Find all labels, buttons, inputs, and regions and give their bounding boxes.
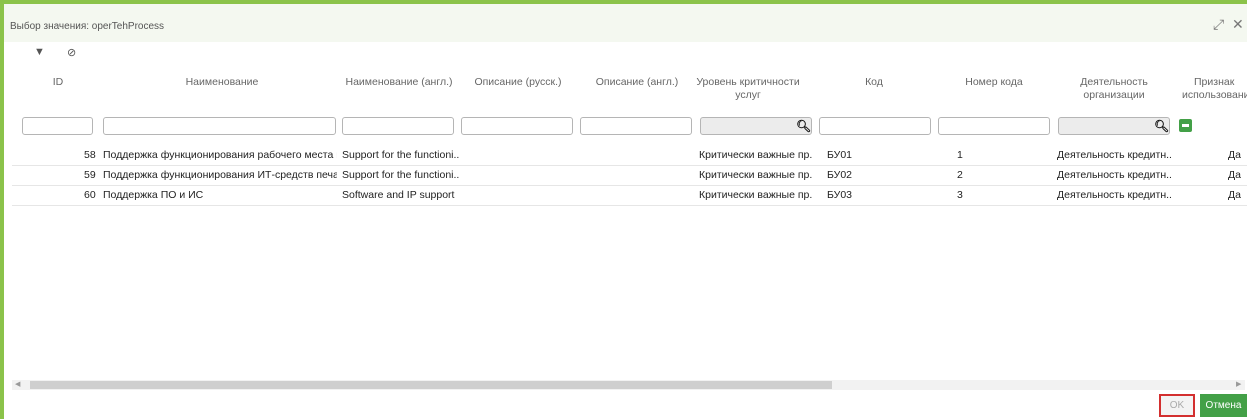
filter-input-code-number[interactable]	[938, 117, 1050, 135]
column-header-id[interactable]: ID	[46, 76, 70, 89]
column-header-activity-line2: организации	[1083, 89, 1145, 101]
filter-input-name[interactable]	[103, 117, 336, 135]
column-header-criticality-line2: услуг	[735, 89, 761, 101]
cell-usage-sign: Да	[1228, 189, 1241, 201]
filter-input-desc-en[interactable]	[580, 117, 692, 135]
scroll-left-icon[interactable]: ◀	[15, 380, 20, 388]
column-header-desc-en[interactable]: Описание (англ.)	[581, 76, 693, 89]
search-icon[interactable]: 🔍︎	[1154, 119, 1169, 133]
scrollbar-thumb[interactable]	[30, 381, 832, 389]
clear-filter-icon[interactable]: ⊘	[67, 46, 76, 59]
column-header-name[interactable]: Наименование	[104, 76, 340, 89]
cell-code: БУ01	[827, 149, 852, 161]
cell-code-number: 1	[957, 149, 963, 161]
column-header-criticality[interactable]: Уровень критичности услуг	[692, 76, 804, 102]
dialog-title: Выбор значения: operTehProcess	[10, 21, 165, 32]
filter-input-name-en[interactable]	[342, 117, 454, 135]
column-header-desc-ru[interactable]: Описание (русск.)	[462, 76, 574, 89]
cell-name-en: Support for the functioni...	[342, 169, 460, 181]
cell-id: 60	[84, 189, 96, 201]
column-header-criticality-line1: Уровень критичности	[696, 76, 800, 88]
cell-code: БУ03	[827, 189, 852, 201]
expand-icon[interactable]: ⤢	[1213, 16, 1224, 33]
filter-input-desc-ru[interactable]	[461, 117, 573, 135]
search-icon[interactable]: 🔍︎	[796, 119, 811, 133]
cell-criticality: Критически важные пр...	[699, 169, 813, 181]
cell-id: 58	[84, 149, 96, 161]
data-grid: ID Наименование Наименование (англ.) Опи…	[12, 72, 1247, 378]
cell-name-en: Support for the functioni...	[342, 149, 460, 161]
cell-code: БУ02	[827, 169, 852, 181]
cell-name-en: Software and IP support	[342, 189, 455, 201]
column-header-name-en[interactable]: Наименование (англ.)	[342, 76, 456, 89]
filter-row: 🔍︎ 🔍︎	[12, 114, 1247, 138]
column-header-activity-line1: Деятельность	[1080, 76, 1148, 88]
column-header-usage-sign-line1: Признак	[1194, 76, 1235, 88]
close-icon[interactable]: ✕	[1232, 16, 1244, 33]
grid-toolbar: ▼ ⊘	[4, 46, 204, 64]
horizontal-scrollbar[interactable]: ◀ ▶	[12, 380, 1245, 390]
cell-criticality: Критически важные пр...	[699, 149, 813, 161]
cell-activity: Деятельность кредитн...	[1057, 149, 1172, 161]
selection-dialog: Выбор значения: operTehProcess ⤢ ✕ ▼ ⊘ I…	[0, 0, 1247, 419]
cell-id: 59	[84, 169, 96, 181]
scroll-right-icon[interactable]: ▶	[1236, 380, 1241, 388]
filter-input-code[interactable]	[819, 117, 931, 135]
column-header-code-number[interactable]: Номер кода	[938, 76, 1050, 89]
dialog-titlebar: Выбор значения: operTehProcess ⤢ ✕	[4, 4, 1247, 42]
cell-usage-sign: Да	[1228, 169, 1241, 181]
cell-name: Поддержка ПО и ИС	[103, 189, 204, 201]
filter-icon[interactable]: ▼	[34, 46, 45, 58]
cell-criticality: Критически важные пр...	[699, 189, 813, 201]
column-header-activity[interactable]: Деятельность организации	[1058, 76, 1170, 102]
cell-code-number: 3	[957, 189, 963, 201]
toggle-filter-icon[interactable]	[1179, 119, 1192, 132]
cell-activity: Деятельность кредитн...	[1057, 189, 1172, 201]
table-row[interactable]: 60 Поддержка ПО и ИС Software and IP sup…	[12, 186, 1247, 206]
table-header: ID Наименование Наименование (англ.) Опи…	[12, 72, 1247, 108]
filter-input-id[interactable]	[22, 117, 93, 135]
column-header-usage-sign-line2: использования	[1182, 89, 1247, 101]
cell-usage-sign: Да	[1228, 149, 1241, 161]
cell-name: Поддержка функционирования рабочего мест…	[103, 149, 337, 161]
cell-activity: Деятельность кредитн...	[1057, 169, 1172, 181]
column-header-usage-sign[interactable]: Признак использования	[1182, 76, 1247, 102]
cell-code-number: 2	[957, 169, 963, 181]
ok-button[interactable]: OK	[1159, 394, 1195, 417]
cell-name: Поддержка функционирования ИТ-средств пе…	[103, 169, 337, 181]
table-row[interactable]: 58 Поддержка функционирования рабочего м…	[12, 146, 1247, 166]
column-header-code[interactable]: Код	[818, 76, 930, 89]
table-row[interactable]: 59 Поддержка функционирования ИТ-средств…	[12, 166, 1247, 186]
cancel-button[interactable]: Отмена	[1200, 394, 1247, 417]
